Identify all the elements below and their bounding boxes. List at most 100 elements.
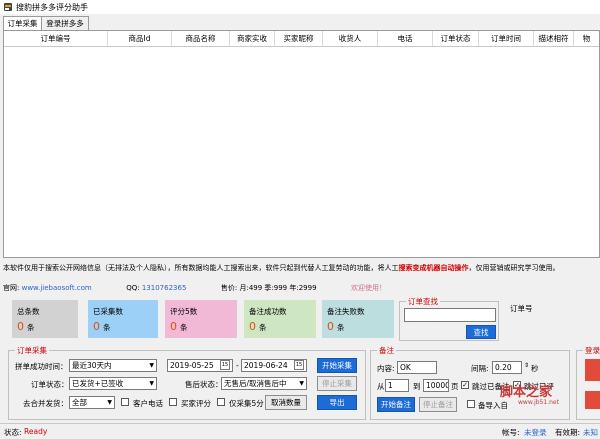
phone-checkbox[interactable] [121, 398, 129, 406]
price-text: 售价: 月:499 季:999 年:2999 [220, 284, 317, 292]
disclaimer-highlight: 搜索变成机器自动操作 [398, 264, 469, 272]
qq-label: QQ: [126, 284, 140, 292]
collect-title: 订单采集 [15, 345, 49, 356]
order-query-input[interactable] [404, 308, 496, 322]
qq-link[interactable]: 1310762365 [142, 284, 187, 292]
col-desc-match[interactable]: 描述相符 [534, 31, 574, 46]
website-label: 官网: [3, 284, 20, 292]
status-value: Ready [24, 427, 48, 436]
start-remark-button[interactable]: 开始备注 [377, 397, 415, 412]
stat-collected-value: 0条 [93, 320, 111, 333]
date-from-value: 2019-05-25 [170, 361, 214, 370]
stat-remark-fail: 备注失败数 0条 [322, 300, 394, 338]
to-page-value: 10000 [426, 381, 449, 390]
to-label: 到 [413, 382, 421, 391]
stat-remark-success: 备注成功数 0条 [244, 300, 316, 338]
stat-total-number: 0 [17, 320, 24, 333]
date-separator: - [236, 361, 239, 370]
login-button-secondary[interactable] [585, 391, 600, 409]
col-receiver[interactable]: 收货人 [323, 31, 378, 46]
calendar-icon[interactable]: 15 [294, 360, 304, 370]
stat-total-label: 总条数 [17, 307, 40, 316]
export-button[interactable]: 导出 [317, 395, 357, 410]
chevron-down-icon: ▼ [149, 380, 154, 387]
to-page-input[interactable]: 10000 [423, 379, 449, 392]
remark-content-input[interactable]: OK [397, 361, 437, 374]
merge-value: 全部 [72, 398, 87, 407]
remark-content-value: OK [400, 363, 411, 372]
stat-total: 总条数 0条 [12, 300, 78, 338]
from-page-input[interactable]: 1 [385, 379, 409, 392]
window-title: 搜豹拼多多评分助手 [16, 3, 88, 12]
merge-select[interactable]: 全部 ▼ [69, 396, 115, 409]
interval-label: 间隔: [471, 364, 489, 373]
validity-label: 有效期: [555, 428, 581, 437]
tab-login-pdd[interactable]: 登录拼多多 [41, 16, 89, 31]
order-status-select[interactable]: 已发货+已签收 ▼ [69, 377, 157, 390]
stat-five-star-number: 0 [170, 320, 177, 333]
col-merchant-received[interactable]: 商家实收 [230, 31, 275, 46]
start-collect-button[interactable]: 开始采集 [317, 358, 357, 373]
col-order-status[interactable]: 订单状态 [433, 31, 479, 46]
stat-collected-number: 0 [93, 320, 100, 333]
stepper-icon[interactable]: ⇕ [524, 362, 529, 369]
stat-remark-fail-label: 备注失败数 [327, 307, 365, 316]
login-group: 登录 [576, 345, 600, 420]
chevron-down-icon: ▼ [107, 399, 112, 406]
account-value: 未登录 [524, 428, 547, 437]
login-title: 登录 [583, 345, 600, 356]
col-product-id[interactable]: 商品Id [108, 31, 172, 46]
date-to-value: 2019-06-24 [244, 361, 288, 370]
content-label: 内容: [377, 364, 395, 373]
col-product-name[interactable]: 商品名称 [172, 31, 230, 46]
period-value: 最近30天内 [72, 361, 112, 370]
skip-remarked-checkbox[interactable]: ✓ [461, 381, 469, 389]
stat-collected: 已采集数 0条 [88, 300, 158, 338]
cancel-count-button[interactable]: 取消数量 [265, 395, 307, 410]
stop-remark-button[interactable]: 停止备注 [419, 397, 457, 412]
website-link[interactable]: www.jiebaosoft.com [22, 284, 92, 292]
from-page-value: 1 [388, 381, 393, 390]
col-order-no[interactable]: 订单编号 [4, 31, 108, 46]
info-row: 官网: www.jiebaosoft.com QQ: 1310762365 售价… [3, 283, 600, 293]
stat-total-unit: 条 [27, 323, 35, 332]
period-label: 拼单成功时间： [15, 362, 68, 371]
stat-total-value: 0条 [17, 320, 35, 333]
order-query-title: 订单查找 [406, 296, 440, 307]
aftersale-label: 售后状态： [185, 380, 223, 389]
aftersale-select[interactable]: 无售后/取消售后中 ▼ [221, 377, 307, 390]
status-bar: 状态: Ready 帐号: 未登录 有效期: 未知 [0, 423, 600, 439]
col-order-time[interactable]: 订单时间 [479, 31, 534, 46]
calendar-icon[interactable]: 15 [220, 360, 230, 370]
stat-five-star-unit: 条 [180, 323, 188, 332]
col-logistics[interactable]: 物 [574, 31, 599, 46]
col-phone[interactable]: 电话 [378, 31, 433, 46]
five-only-checkbox[interactable] [217, 398, 225, 406]
col-buyer-nick[interactable]: 买家昵称 [275, 31, 323, 46]
disclaimer-text: 本软件仅用于搜索公开网络信息（无排法及个人隐私），所有数据均能人工搜索出来，软件… [3, 263, 600, 273]
interval-value: 0.20 [495, 363, 512, 372]
login-button[interactable] [585, 359, 600, 381]
stat-collected-unit: 条 [103, 323, 111, 332]
stat-remark-success-label: 备注成功数 [249, 307, 287, 316]
interval-unit: 秒 [531, 364, 539, 373]
app-logo-icon [4, 3, 12, 11]
period-select[interactable]: 最近30天内 ▼ [69, 359, 157, 372]
watermark-url: www.jb51.net [518, 399, 559, 406]
interval-input[interactable]: 0.20 [492, 361, 522, 374]
stop-collect-button[interactable]: 停止采集 [317, 376, 357, 391]
stat-remark-fail-value: 0条 [327, 320, 345, 333]
order-no-label: 订单号 [510, 304, 533, 313]
import-checkbox[interactable] [467, 400, 475, 408]
chevron-down-icon: ▼ [149, 362, 154, 369]
import-label: 备导入自 [478, 401, 508, 410]
status-label: 状态: [4, 428, 22, 437]
buyer-rating-checkbox[interactable] [169, 398, 177, 406]
orders-grid[interactable]: 订单编号 商品Id 商品名称 商家实收 买家昵称 收货人 电话 订单状态 订单时… [3, 30, 600, 258]
merge-label: 去合并发货： [23, 399, 68, 408]
account-label: 帐号: [502, 428, 520, 437]
search-button[interactable]: 查找 [466, 325, 496, 339]
stat-remark-fail-number: 0 [327, 320, 334, 333]
collect-group: 订单采集 拼单成功时间： 最近30天内 ▼ 2019-05-25 15 - 201… [8, 345, 366, 420]
remark-title: 备注 [377, 345, 396, 356]
